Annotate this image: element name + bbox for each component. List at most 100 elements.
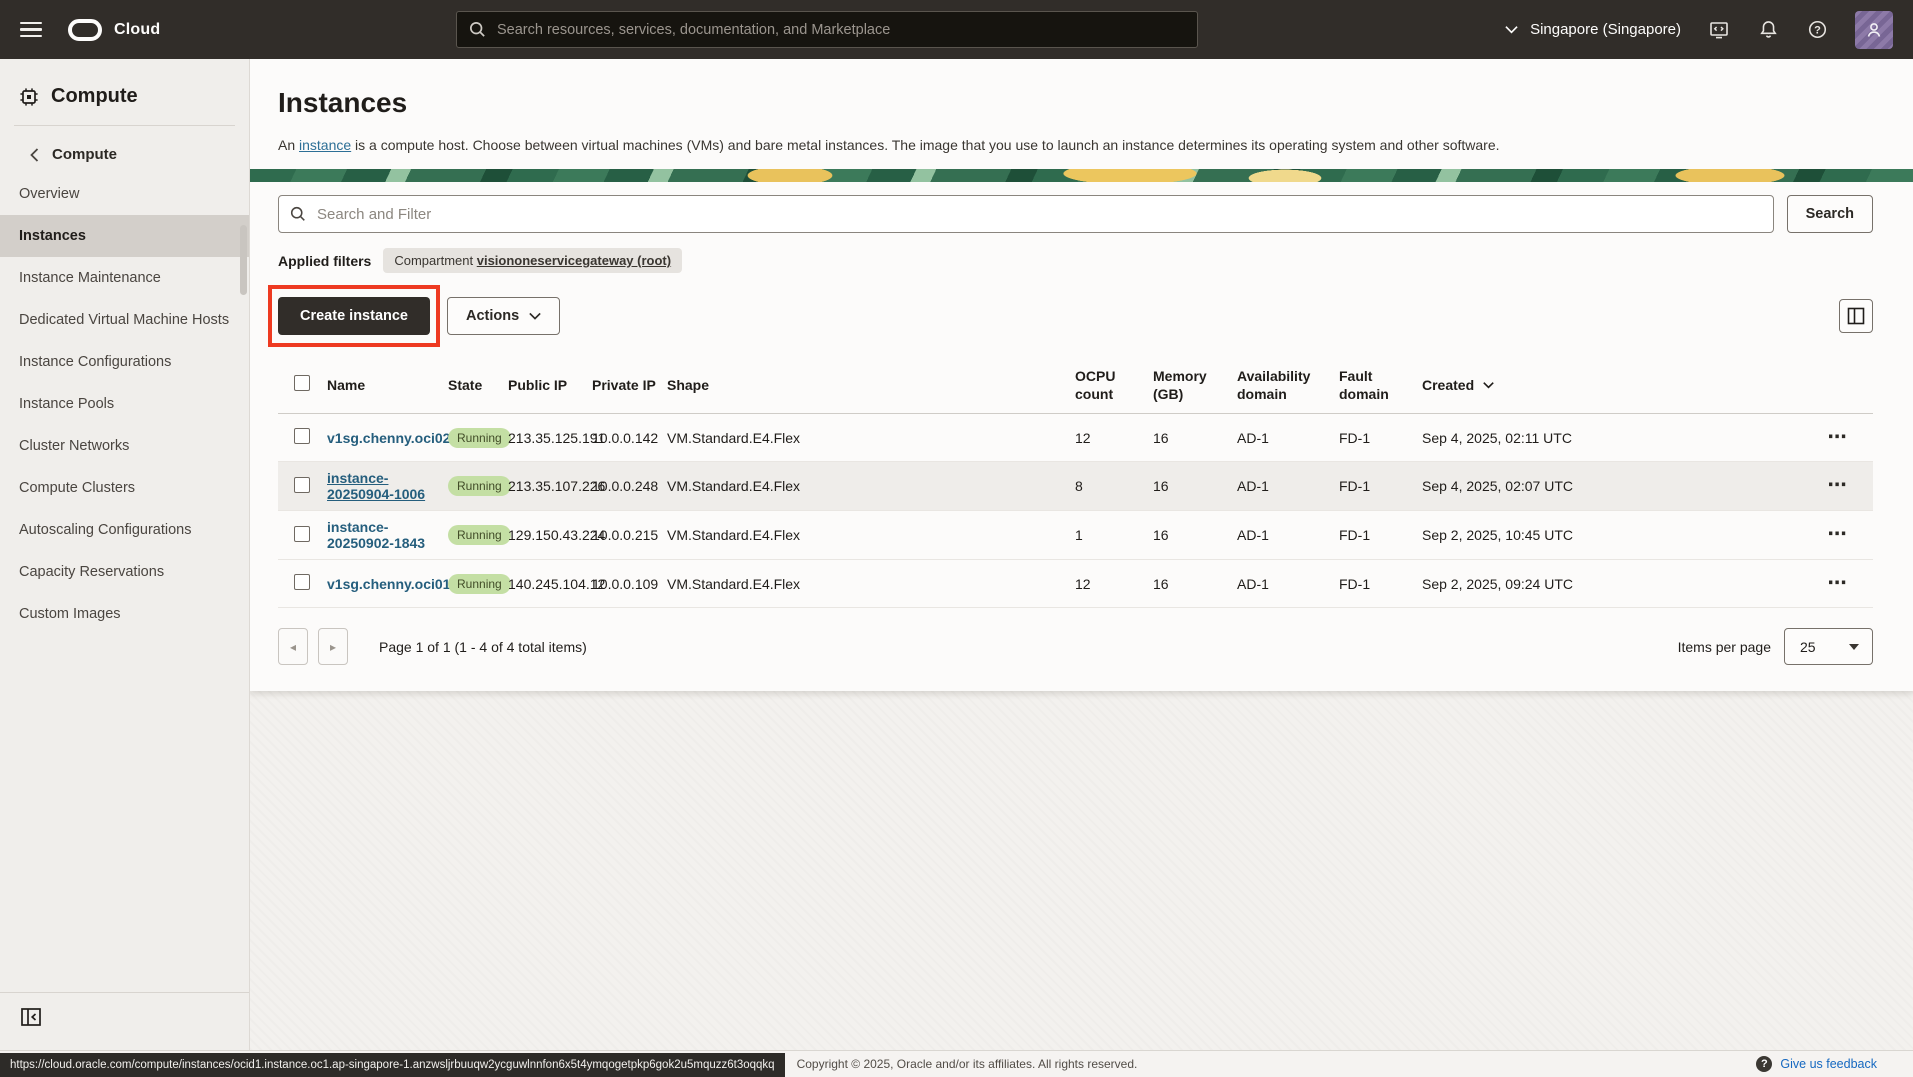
items-per-page-select[interactable]: 25 — [1784, 628, 1873, 665]
column-header-availability-domain[interactable]: Availability domain — [1237, 357, 1339, 414]
column-header-fault-domain[interactable]: Fault domain — [1339, 357, 1422, 414]
memory-cell: 16 — [1153, 560, 1237, 608]
row-actions-button[interactable]: ⋯ — [1828, 433, 1848, 443]
memory-cell: 16 — [1153, 462, 1237, 511]
ad-cell: AD-1 — [1237, 511, 1339, 560]
brand[interactable]: Cloud — [68, 19, 160, 41]
fd-cell: FD-1 — [1339, 560, 1422, 608]
person-icon — [1864, 20, 1884, 40]
column-header-memory[interactable]: Memory (GB) — [1153, 357, 1237, 414]
ad-cell: AD-1 — [1237, 462, 1339, 511]
sidebar-item-custom-images[interactable]: Custom Images — [0, 593, 249, 635]
private-ip-cell: 10.0.0.248 — [592, 462, 667, 511]
private-ip-cell: 10.0.0.109 — [592, 560, 667, 608]
next-page-button[interactable]: ▸ — [318, 628, 348, 665]
instance-name-link[interactable]: v1sg.chenny.oci01 — [327, 576, 450, 592]
sidebar-item-dedicated-vm-hosts[interactable]: Dedicated Virtual Machine Hosts — [0, 299, 249, 341]
sidebar-item-instance-maintenance[interactable]: Instance Maintenance — [0, 257, 249, 299]
chevron-left-icon — [30, 148, 39, 162]
row-actions-button[interactable]: ⋯ — [1828, 530, 1848, 540]
table-actions-row: Create instance Actions — [250, 297, 1913, 335]
instance-name-link[interactable]: instance-20250904-1006 — [327, 470, 425, 502]
row-checkbox[interactable] — [294, 477, 310, 493]
sidebar-item-overview[interactable]: Overview — [0, 173, 249, 215]
column-header-created[interactable]: Created — [1422, 357, 1812, 414]
create-instance-button[interactable]: Create instance — [278, 297, 430, 335]
hamburger-menu-icon[interactable] — [20, 22, 42, 38]
page-description: An instance is a compute host. Choose be… — [250, 137, 1913, 153]
status-badge: Running — [448, 525, 511, 545]
shape-cell: VM.Standard.E4.Flex — [667, 560, 1075, 608]
ocpu-cell: 1 — [1075, 511, 1153, 560]
sidebar: Compute Compute Overview Instances Insta… — [0, 59, 250, 1050]
instance-name-link[interactable]: instance-20250902-1843 — [327, 519, 425, 551]
column-header-private-ip[interactable]: Private IP — [592, 357, 667, 414]
compartment-filter-chip[interactable]: Compartment visiononeservicegateway (roo… — [383, 248, 682, 273]
give-feedback-link[interactable]: Give us feedback — [1780, 1057, 1877, 1071]
oracle-logo-icon — [68, 19, 102, 41]
manage-columns-button[interactable] — [1839, 299, 1873, 333]
compartment-name[interactable]: visiononeservicegateway (root) — [477, 253, 671, 268]
sidebar-item-capacity-reservations[interactable]: Capacity Reservations — [0, 551, 249, 593]
instance-name-link[interactable]: v1sg.chenny.oci02 — [327, 430, 450, 446]
created-cell: Sep 2, 2025, 09:24 UTC — [1422, 560, 1812, 608]
row-checkbox[interactable] — [294, 574, 310, 590]
region-selector[interactable]: Singapore (Singapore) — [1505, 21, 1681, 38]
row-actions-button[interactable]: ⋯ — [1828, 481, 1848, 491]
oci-console-window: Cloud Singapore (Singapore) ? — [0, 0, 1913, 1077]
select-all-checkbox[interactable] — [294, 375, 310, 391]
previous-page-button[interactable]: ◂ — [278, 628, 308, 665]
status-badge: Running — [448, 574, 511, 594]
search-icon — [468, 20, 487, 39]
shape-cell: VM.Standard.E4.Flex — [667, 414, 1075, 462]
private-ip-cell: 10.0.0.142 — [592, 414, 667, 462]
sidebar-item-instances[interactable]: Instances — [0, 215, 249, 257]
chevron-down-icon — [529, 312, 541, 320]
actions-dropdown-button[interactable]: Actions — [447, 297, 560, 335]
instances-panel: Instances An instance is a compute host.… — [250, 59, 1913, 691]
sidebar-item-autoscaling-configurations[interactable]: Autoscaling Configurations — [0, 509, 249, 551]
cloud-shell-icon[interactable] — [1708, 19, 1730, 41]
search-and-filter-input[interactable] — [278, 195, 1774, 233]
fd-cell: FD-1 — [1339, 511, 1422, 560]
ad-cell: AD-1 — [1237, 560, 1339, 608]
sidebar-menu: Overview Instances Instance Maintenance … — [0, 173, 249, 635]
pagination: ◂ ▸ Page 1 of 1 (1 - 4 of 4 total items)… — [250, 608, 1913, 690]
sidebar-item-instance-configurations[interactable]: Instance Configurations — [0, 341, 249, 383]
global-search — [456, 11, 1198, 48]
copyright-text: Copyright © 2025, Oracle and/or its affi… — [797, 1057, 1138, 1071]
status-badge: Running — [448, 476, 511, 496]
page-title: Instances — [250, 59, 1913, 120]
sidebar-collapse-button[interactable] — [20, 1005, 44, 1029]
column-header-name[interactable]: Name — [327, 357, 448, 414]
sidebar-footer — [0, 992, 249, 1050]
row-actions-button[interactable]: ⋯ — [1828, 579, 1848, 589]
sidebar-scrollbar-thumb[interactable] — [240, 225, 247, 295]
banner-illustration — [250, 169, 1913, 182]
instance-doc-link[interactable]: instance — [299, 137, 351, 153]
column-header-public-ip[interactable]: Public IP — [508, 357, 592, 414]
search-icon — [289, 205, 307, 223]
search-button[interactable]: Search — [1787, 195, 1873, 233]
announcements-bell-icon[interactable] — [1757, 19, 1779, 41]
feedback-help-icon[interactable]: ? — [1756, 1056, 1772, 1072]
fd-cell: FD-1 — [1339, 462, 1422, 511]
created-cell: Sep 4, 2025, 02:07 UTC — [1422, 462, 1812, 511]
link-url-statusbar: https://cloud.oracle.com/compute/instanc… — [0, 1053, 785, 1077]
column-header-shape[interactable]: Shape — [667, 357, 1075, 414]
brand-name: Cloud — [114, 21, 160, 39]
shape-cell: VM.Standard.E4.Flex — [667, 462, 1075, 511]
memory-cell: 16 — [1153, 414, 1237, 462]
row-checkbox[interactable] — [294, 526, 310, 542]
sidebar-item-cluster-networks[interactable]: Cluster Networks — [0, 425, 249, 467]
column-header-state[interactable]: State — [448, 357, 508, 414]
help-icon[interactable]: ? — [1806, 19, 1828, 41]
row-checkbox[interactable] — [294, 428, 310, 444]
sidebar-item-instance-pools[interactable]: Instance Pools — [0, 383, 249, 425]
global-search-input[interactable] — [456, 11, 1198, 48]
fd-cell: FD-1 — [1339, 414, 1422, 462]
column-header-ocpu[interactable]: OCPU count — [1075, 357, 1153, 414]
sidebar-back-link[interactable]: Compute — [0, 136, 249, 173]
user-avatar[interactable] — [1855, 11, 1893, 49]
sidebar-item-compute-clusters[interactable]: Compute Clusters — [0, 467, 249, 509]
